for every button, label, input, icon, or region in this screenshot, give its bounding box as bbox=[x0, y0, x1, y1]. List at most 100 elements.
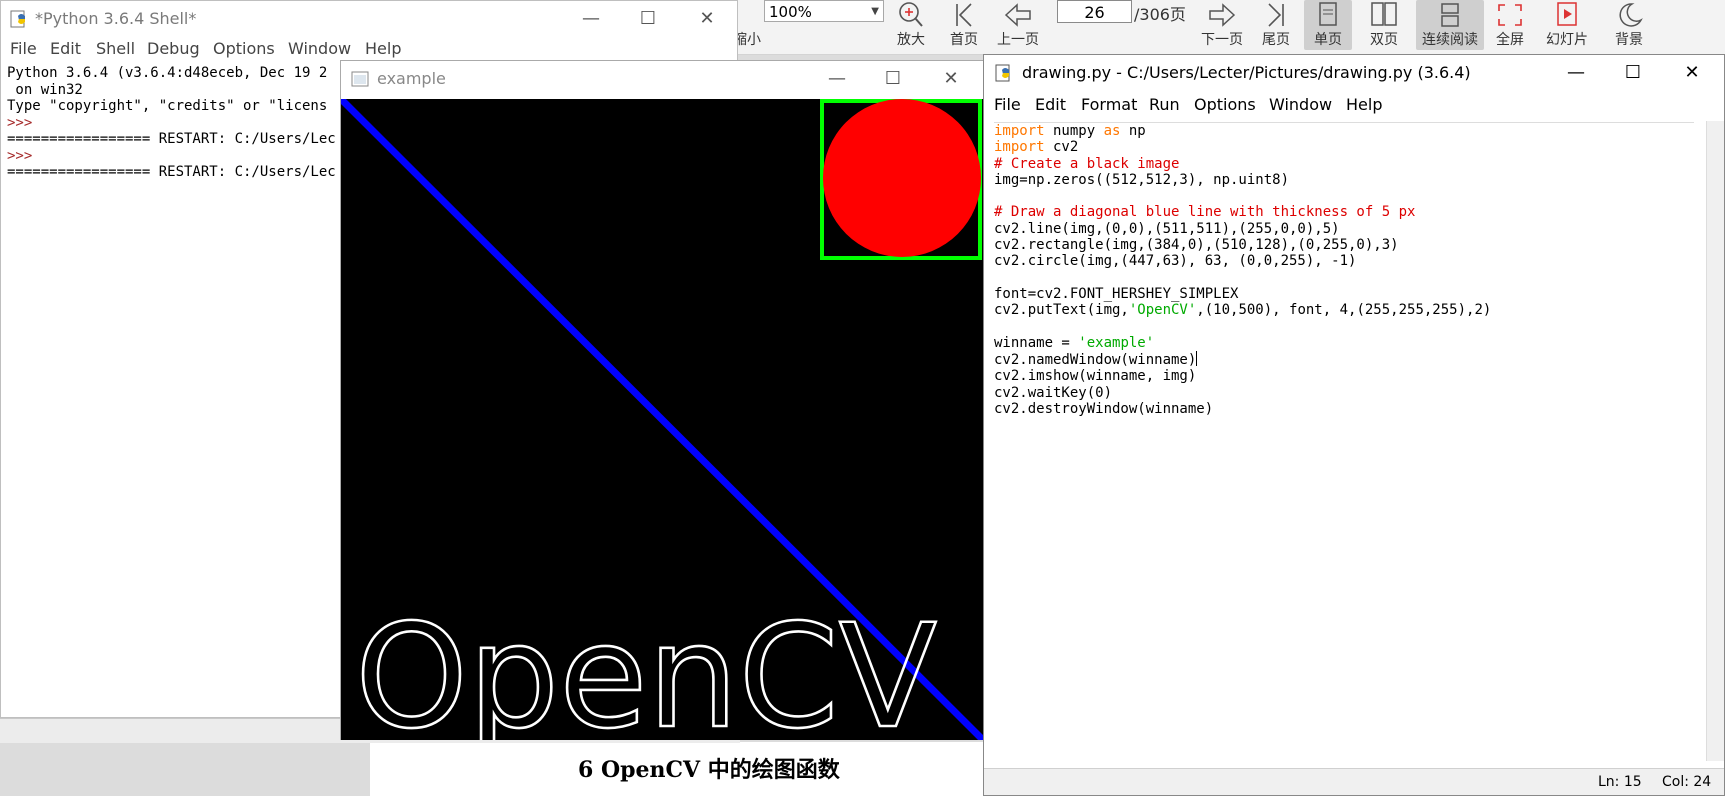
double-page-label: 双页 bbox=[1370, 32, 1398, 48]
code-text: cv2.namedWindow(winname) bbox=[994, 352, 1197, 369]
double-page-button[interactable]: 双页 bbox=[1356, 0, 1412, 50]
code-line: cv2.rectangle(img,(384,0),(510,128),(0,2… bbox=[994, 237, 1399, 254]
slideshow-label: 幻灯片 bbox=[1546, 32, 1588, 48]
code-line: import cv2 bbox=[994, 139, 1694, 155]
zoom-in-icon bbox=[899, 2, 923, 27]
shell-menubar: File Edit Shell Debug Options Window Hel… bbox=[1, 37, 737, 61]
editor-menu-window[interactable]: Window bbox=[1269, 95, 1332, 114]
zoom-in-button[interactable]: 放大 bbox=[885, 0, 937, 50]
last-page-label: 尾页 bbox=[1262, 32, 1290, 48]
text-cursor bbox=[1196, 351, 1198, 367]
next-page-label: 下一页 bbox=[1201, 32, 1243, 48]
editor-titlebar[interactable]: drawing.py - C:/Users/Lecter/Pictures/dr… bbox=[984, 55, 1724, 91]
editor-menu-options[interactable]: Options bbox=[1194, 95, 1256, 114]
code-text: cv2 bbox=[1044, 139, 1079, 156]
last-page-button[interactable]: 尾页 bbox=[1250, 0, 1302, 50]
fullscreen-icon bbox=[1498, 4, 1522, 26]
code-line: cv2.imshow(winname, img) bbox=[994, 368, 1197, 385]
window-app-icon bbox=[351, 71, 369, 87]
pdf-section-heading: 6 OpenCV 中的绘图函数 bbox=[578, 757, 840, 783]
code-line-blank: ​ bbox=[994, 270, 1694, 286]
status-column-number: Col: 24 bbox=[1662, 774, 1712, 790]
maximize-icon[interactable]: ☐ bbox=[636, 7, 660, 31]
code-text: cv2.putText(img, bbox=[994, 302, 1129, 319]
opencv-image-text: OpenCV bbox=[355, 593, 937, 740]
close-icon[interactable]: ✕ bbox=[1680, 61, 1704, 85]
first-page-icon bbox=[956, 3, 972, 27]
minimize-icon[interactable]: — bbox=[825, 67, 849, 91]
example-window: example — ☐ ✕ OpenCV bbox=[340, 60, 984, 740]
code-line-blank: ​ bbox=[994, 188, 1694, 204]
editor-menu-file[interactable]: File bbox=[994, 95, 1021, 114]
shell-menu-help[interactable]: Help bbox=[365, 39, 401, 58]
editor-menu-edit[interactable]: Edit bbox=[1035, 95, 1066, 114]
editor-scrollbar[interactable] bbox=[1706, 121, 1724, 761]
single-page-label: 单页 bbox=[1314, 32, 1342, 48]
code-line: cv2.circle(img,(447,63), 63, (0,0,255), … bbox=[994, 253, 1357, 270]
page-number-input[interactable]: 26 bbox=[1057, 0, 1132, 23]
code-line: cv2.namedWindow(winname) bbox=[994, 351, 1694, 368]
string-literal: 'example' bbox=[1078, 334, 1155, 351]
shell-prompt: >>> bbox=[7, 114, 41, 131]
close-icon[interactable]: ✕ bbox=[939, 67, 963, 91]
continuous-read-button[interactable]: 连续阅读 bbox=[1416, 0, 1484, 50]
slideshow-button[interactable]: 幻灯片 bbox=[1538, 0, 1596, 50]
example-title: example bbox=[377, 69, 446, 88]
python-file-icon bbox=[995, 64, 1010, 82]
next-page-button[interactable]: 下一页 bbox=[1196, 0, 1248, 50]
editor-title: drawing.py - C:/Users/Lecter/Pictures/dr… bbox=[1022, 63, 1471, 82]
background-label: 背景 bbox=[1615, 32, 1643, 48]
editor-window: drawing.py - C:/Users/Lecter/Pictures/dr… bbox=[983, 54, 1725, 796]
arrow-left-icon bbox=[1004, 3, 1031, 27]
shell-menu-edit[interactable]: Edit bbox=[50, 39, 81, 58]
shell-menu-file[interactable]: File bbox=[10, 39, 37, 58]
fullscreen-button[interactable]: 全屏 bbox=[1484, 0, 1536, 50]
minimize-icon[interactable]: — bbox=[579, 7, 603, 31]
example-titlebar[interactable]: example — ☐ ✕ bbox=[341, 61, 983, 97]
code-text: ,(10,500), font, 4,(255,255,255),2) bbox=[1196, 302, 1492, 319]
minimize-icon[interactable]: — bbox=[1564, 61, 1588, 85]
slideshow-icon bbox=[1557, 2, 1577, 26]
code-comment: # Draw a diagonal blue line with thickne… bbox=[994, 204, 1416, 221]
shell-menu-debug[interactable]: Debug bbox=[147, 39, 200, 58]
maximize-icon[interactable]: ☐ bbox=[1621, 61, 1645, 85]
last-page-icon bbox=[1268, 3, 1284, 27]
code-text: np bbox=[1120, 123, 1146, 139]
close-icon[interactable]: ✕ bbox=[695, 7, 719, 31]
shell-menu-options[interactable]: Options bbox=[213, 39, 275, 58]
keyword: import bbox=[994, 139, 1045, 156]
red-circle bbox=[823, 99, 981, 257]
editor-status-bar: Ln: 15 Col: 24 bbox=[984, 768, 1724, 795]
code-text: numpy bbox=[1044, 123, 1104, 139]
code-line: cv2.waitKey(0) bbox=[994, 384, 1113, 401]
zoom-select[interactable]: 100% ▼ bbox=[764, 0, 884, 22]
code-comment: # Create a black image bbox=[994, 155, 1180, 172]
shell-menu-shell[interactable]: Shell bbox=[96, 39, 135, 58]
shell-title: *Python 3.6.4 Shell* bbox=[35, 9, 197, 28]
shell-menu-window[interactable]: Window bbox=[288, 39, 351, 58]
maximize-icon[interactable]: ☐ bbox=[881, 67, 905, 91]
background-button[interactable]: 背景 bbox=[1600, 0, 1658, 50]
opencv-image: OpenCV bbox=[341, 99, 983, 740]
code-line: import numpy as np bbox=[994, 123, 1694, 139]
shell-line: on win32 bbox=[7, 81, 83, 98]
single-page-button[interactable]: 单页 bbox=[1304, 0, 1352, 50]
continuous-page-icon bbox=[1441, 3, 1459, 27]
page-total: /306页 bbox=[1134, 5, 1186, 24]
shell-output[interactable]: Python 3.6.4 (v3.6.4:d48eceb, Dec 19 2 o… bbox=[7, 65, 336, 181]
first-page-label: 首页 bbox=[950, 32, 978, 48]
arrow-right-icon bbox=[1209, 3, 1236, 27]
continuous-read-label: 连续阅读 bbox=[1422, 32, 1478, 48]
shell-line: ================= RESTART: C:/Users/Lec bbox=[7, 131, 336, 147]
shell-titlebar[interactable]: *Python 3.6.4 Shell* — ☐ ✕ bbox=[1, 1, 737, 37]
editor-menu-help[interactable]: Help bbox=[1346, 95, 1382, 114]
editor-menubar: File Edit Format Run Options Window Help bbox=[984, 93, 1724, 117]
first-page-button[interactable]: 首页 bbox=[938, 0, 990, 50]
editor-menu-run[interactable]: Run bbox=[1149, 95, 1180, 114]
prev-page-button[interactable]: 上一页 bbox=[992, 0, 1044, 50]
code-editor[interactable]: import numpy as np import cv2 # Create a b… bbox=[994, 122, 1694, 723]
shell-line: ================= RESTART: C:/Users/Lec bbox=[7, 164, 336, 180]
editor-menu-format[interactable]: Format bbox=[1081, 95, 1137, 114]
code-line: winname = 'example' bbox=[994, 335, 1694, 351]
code-line: cv2.line(img,(0,0),(511,511),(255,0,0),5… bbox=[994, 220, 1340, 237]
